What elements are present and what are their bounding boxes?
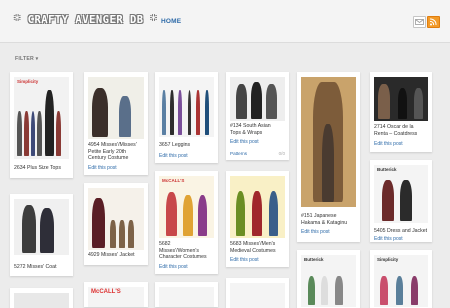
- post-image[interactable]: Butterick: [374, 165, 428, 223]
- tag-count: 0/0: [278, 151, 285, 156]
- category-tag[interactable]: Patterns 0/0: [230, 151, 285, 156]
- post-image[interactable]: Butterick: [301, 255, 356, 307]
- post-title[interactable]: 5272 Misses' Coat: [14, 264, 71, 271]
- post-title[interactable]: 5683 Misses'/Men's Medieval Costumes: [230, 241, 287, 254]
- post-title[interactable]: #134 South Asian Tops & Wraps: [230, 123, 287, 136]
- post-image[interactable]: Simplicity: [14, 77, 69, 159]
- post-title[interactable]: 2714 Oscar de la Renta – Coatdress: [374, 124, 430, 137]
- brand-logo: Butterick: [304, 257, 324, 262]
- post-card[interactable]: #134 South Asian Tops & Wraps Edit this …: [226, 72, 289, 160]
- post-card[interactable]: [226, 278, 289, 308]
- post-title[interactable]: 4954 Misses'/Misses' Petite Early 20th C…: [88, 142, 146, 162]
- site-logo[interactable]: * CRAFTY AVENGER DB *: [14, 14, 157, 26]
- post-title[interactable]: #151 Japanese Hakama & Kataginu: [301, 213, 358, 226]
- post-card[interactable]: [10, 288, 73, 308]
- post-image[interactable]: [230, 283, 285, 308]
- post-image[interactable]: [159, 287, 214, 307]
- post-image[interactable]: [159, 77, 214, 137]
- post-title[interactable]: 3657 Leggins: [159, 142, 216, 149]
- tag-label[interactable]: Patterns: [230, 151, 247, 156]
- post-card[interactable]: 4929 Misses' Jacket: [84, 183, 148, 265]
- filter-toggle[interactable]: FILTER ▾: [15, 56, 38, 62]
- post-card[interactable]: Butterick: [297, 250, 360, 308]
- post-card[interactable]: 5272 Misses' Coat: [10, 194, 73, 276]
- post-card[interactable]: Simplicity 2634 Plus Size Tops: [10, 72, 73, 178]
- post-card[interactable]: 3657 Leggins Edit this post: [155, 72, 218, 163]
- post-image[interactable]: [88, 77, 144, 139]
- site-header: * CRAFTY AVENGER DB * HOME: [0, 0, 450, 43]
- post-card[interactable]: #151 Japanese Hakama & Kataginu Edit thi…: [297, 72, 360, 242]
- mail-icon[interactable]: [413, 16, 426, 28]
- post-title[interactable]: 5405 Dress and Jacket: [374, 228, 430, 235]
- post-title[interactable]: 2634 Plus Size Tops: [14, 165, 71, 172]
- brand-logo: McCALL'S: [162, 178, 185, 183]
- post-card[interactable]: [155, 282, 218, 307]
- edit-post-link[interactable]: Edit this post: [301, 229, 330, 235]
- edit-post-link[interactable]: Edit this post: [230, 139, 259, 145]
- post-image[interactable]: [301, 77, 356, 207]
- post-image[interactable]: [14, 199, 69, 255]
- post-image[interactable]: [230, 77, 285, 121]
- post-title[interactable]: 4929 Misses' Jacket: [88, 252, 146, 259]
- post-card[interactable]: Butterick 5405 Dress and Jacket Edit thi…: [370, 160, 432, 242]
- edit-post-link[interactable]: Edit this post: [159, 264, 188, 270]
- edit-post-link[interactable]: Edit this post: [88, 165, 117, 171]
- post-card[interactable]: Simplicity: [370, 250, 432, 308]
- edit-post-link[interactable]: Edit this post: [374, 141, 403, 147]
- post-image[interactable]: [14, 293, 69, 308]
- edit-post-link[interactable]: Edit this post: [159, 153, 188, 159]
- edit-post-link[interactable]: Edit this post: [230, 257, 259, 263]
- post-card[interactable]: 2714 Oscar de la Renta – Coatdress Edit …: [370, 72, 432, 152]
- nav-home-link[interactable]: HOME: [161, 18, 181, 25]
- post-image[interactable]: Simplicity: [374, 255, 428, 307]
- post-image[interactable]: [374, 77, 428, 121]
- brand-logo: Butterick: [377, 167, 397, 172]
- post-card[interactable]: McCALL'S: [84, 282, 148, 307]
- edit-post-link[interactable]: Edit this post: [374, 236, 403, 242]
- post-card[interactable]: McCALL'S 5682 Misses'/Women's Character …: [155, 171, 218, 274]
- post-image[interactable]: [230, 176, 285, 238]
- post-card[interactable]: 4954 Misses'/Misses' Petite Early 20th C…: [84, 72, 148, 175]
- brand-logo: Simplicity: [17, 79, 39, 84]
- post-card[interactable]: 5683 Misses'/Men's Medieval Costumes Edi…: [226, 171, 289, 267]
- post-image[interactable]: [88, 188, 144, 250]
- post-title[interactable]: 5682 Misses'/Women's Character Costumes: [159, 241, 216, 261]
- rss-icon[interactable]: [427, 16, 440, 28]
- brand-logo: McCALL'S: [91, 289, 121, 295]
- brand-logo: Simplicity: [377, 257, 399, 262]
- post-image[interactable]: McCALL'S: [88, 287, 144, 307]
- post-image[interactable]: McCALL'S: [159, 176, 214, 238]
